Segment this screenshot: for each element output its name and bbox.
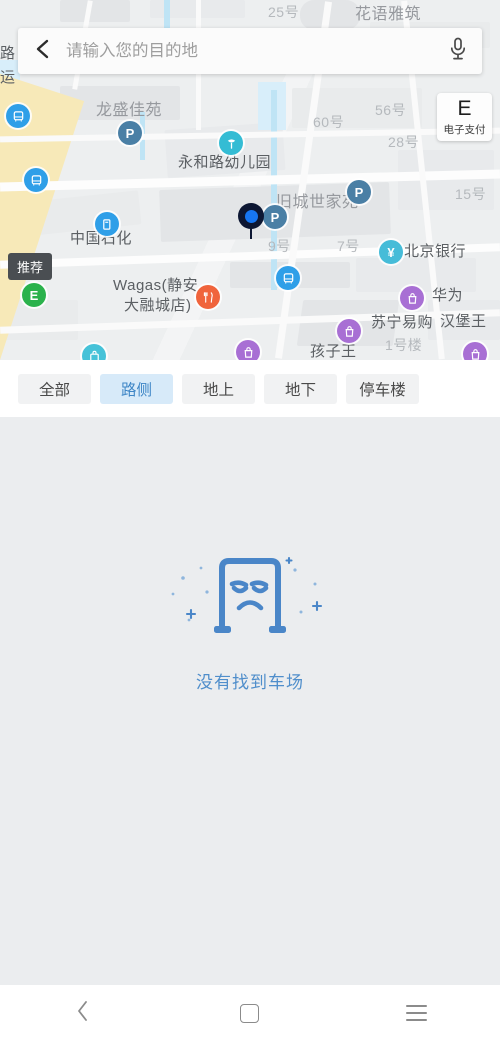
pin-dot	[244, 209, 258, 223]
epay-label: 电子支付	[443, 123, 486, 136]
nav-home-button[interactable]	[215, 985, 285, 1041]
current-location-pin	[238, 203, 264, 239]
recommend-tooltip: 推荐	[8, 253, 53, 280]
map-label: 15号	[455, 186, 487, 202]
map-label: 1号楼	[385, 337, 423, 353]
shop-marker[interactable]	[337, 319, 361, 343]
sad-parking-gate-icon	[165, 550, 335, 640]
shop-marker[interactable]	[400, 286, 424, 310]
app-root: 25号 花语雅筑 龙盛佳苑 60号 56号 28号 永和路幼儿园 旧城世家苑 15号 中国石化 9号…	[0, 0, 500, 1041]
nav-back-button[interactable]	[48, 985, 118, 1041]
bus-marker[interactable]	[276, 266, 300, 290]
nav-recents-button[interactable]	[382, 985, 452, 1041]
map-label: Wagas(静安	[113, 277, 199, 294]
map-label: 路	[0, 45, 16, 62]
voice-search-button[interactable]	[434, 28, 482, 74]
chevron-left-icon	[32, 38, 52, 65]
search-bar[interactable]	[18, 28, 482, 74]
empty-state-message: 没有找到车场	[196, 673, 304, 692]
map-building	[60, 0, 130, 22]
map-label: 龙盛佳苑	[96, 102, 163, 119]
parking-marker[interactable]: P	[118, 121, 142, 145]
map-label: 汉堡王	[440, 313, 487, 330]
restaurant-marker[interactable]	[196, 285, 220, 309]
recommend-marker[interactable]: E	[22, 283, 46, 307]
back-nav-icon	[76, 1000, 90, 1027]
map-label: 大融城店)	[124, 297, 192, 314]
filter-chip-row[interactable]: 全部 路侧 地上 地下 停车楼	[0, 360, 500, 417]
parking-marker[interactable]: P	[347, 180, 371, 204]
epay-symbol: E	[457, 96, 472, 120]
bus-marker[interactable]	[6, 104, 30, 128]
bus-marker[interactable]	[24, 168, 48, 192]
shop-marker[interactable]	[236, 340, 260, 360]
map-label: 7号	[337, 238, 360, 254]
microphone-icon	[448, 37, 468, 66]
parking-marker[interactable]: P	[263, 205, 287, 229]
empty-state: 没有找到车场	[0, 550, 500, 693]
epay-button[interactable]: E 电子支付	[437, 93, 492, 141]
gas-marker[interactable]	[95, 212, 119, 236]
filter-chip-0[interactable]: 全部	[18, 373, 91, 404]
filter-chip-3[interactable]: 地下	[264, 373, 337, 404]
map-label: 25号	[268, 4, 300, 20]
filter-chip-1[interactable]: 路侧	[100, 373, 173, 404]
map-label: 28号	[388, 134, 420, 150]
pin-tail	[250, 223, 252, 239]
map-label: 运	[0, 69, 16, 86]
map-label: 花语雅筑	[355, 6, 422, 23]
home-nav-icon	[240, 1003, 260, 1023]
shop-marker[interactable]	[463, 342, 487, 360]
menu-nav-icon	[406, 1005, 428, 1021]
bank-marker[interactable]: ¥	[379, 240, 403, 264]
filter-chip-4[interactable]: 停车楼	[346, 373, 419, 404]
search-input[interactable]	[66, 41, 434, 61]
map-label: 60号	[313, 114, 345, 130]
map-label: 9号	[268, 238, 291, 254]
map-label: 永和路幼儿园	[178, 154, 272, 171]
map-label: 苏宁易购	[371, 314, 434, 331]
map-label: 北京银行	[404, 243, 467, 260]
system-navigation-bar[interactable]	[0, 985, 500, 1041]
filter-chip-2[interactable]: 地上	[182, 373, 255, 404]
map-label: 孩子王	[310, 343, 357, 360]
tree-marker[interactable]	[219, 131, 243, 155]
map-label: 华为	[432, 287, 464, 304]
back-button[interactable]	[18, 28, 66, 74]
map-label: 56号	[375, 102, 407, 118]
map-river	[164, 0, 170, 30]
parking-list-panel: 没有找到车场	[0, 417, 500, 985]
